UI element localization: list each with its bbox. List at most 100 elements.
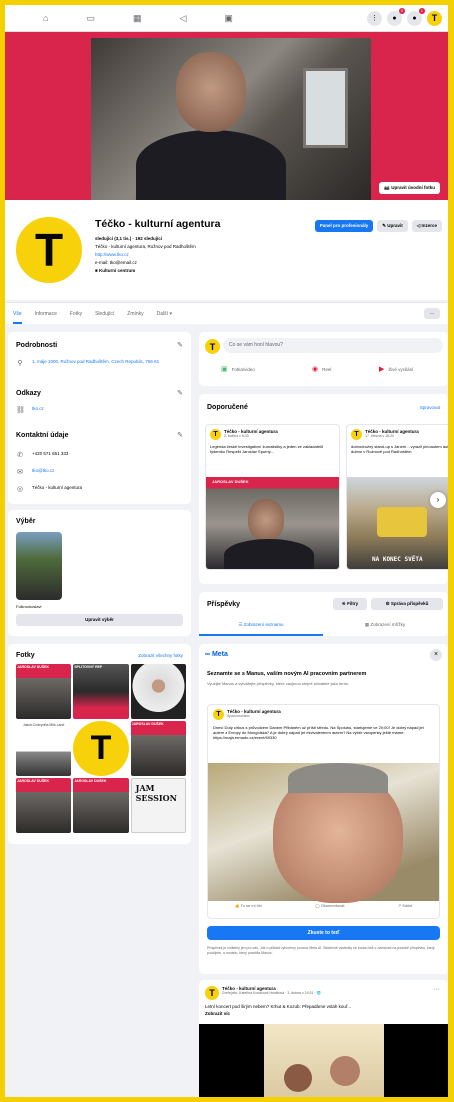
share-button[interactable]: ↗ Sdílet (398, 903, 413, 908)
tab-all[interactable]: Vše (13, 311, 22, 324)
grid-view-label: Zobrazení mřížky (370, 622, 406, 627)
pages-icon[interactable]: ▦ (133, 13, 142, 24)
recommended-post-1[interactable]: T Téčko - kulturní agentura 2. května v 8:… (205, 424, 340, 570)
photo-tile[interactable]: JAM SESSION (130, 778, 186, 833)
photo-tile-logo[interactable]: T (73, 721, 129, 776)
try-now-button[interactable]: Zkuste to teď (207, 926, 440, 940)
photo-tile-text: SPLITOVNÝ REP (74, 665, 103, 669)
grid-view-tab[interactable]: ▦ Zobrazení mřížky (323, 616, 447, 636)
edit-contact-icon[interactable]: ✎ (177, 431, 183, 439)
ads-button[interactable]: ◁ Inzerce (411, 220, 442, 232)
chevron-right-icon[interactable]: › (430, 492, 446, 508)
media-person-1 (284, 1064, 312, 1092)
more-options-button[interactable]: ··· (424, 308, 440, 319)
edit-cover-button[interactable]: 📷 Upravit úvodní fotku (379, 182, 440, 194)
home-icon[interactable]: ⌂ (43, 13, 48, 24)
megaphone-icon[interactable]: ◁ (179, 13, 186, 24)
messenger-icon[interactable]: ● 9 (387, 7, 405, 26)
example-post-video[interactable] (208, 763, 439, 903)
meta-logo: ∞ Meta (205, 651, 228, 658)
tab-photos[interactable]: Fotky (70, 311, 82, 317)
messenger-name[interactable]: Téčko - kulturní agentura (32, 485, 82, 490)
photo-tile[interactable]: JAROSLAV DUŠEK (16, 778, 72, 833)
email-link[interactable]: tko@tko.cz (32, 468, 54, 473)
phone-number[interactable]: +420 571 651 333 (32, 451, 68, 456)
tab-info[interactable]: Informace (35, 311, 57, 317)
tab-followers[interactable]: Sledující (95, 311, 114, 317)
manage-posts-button[interactable]: ⚙ Správa příspěvků (371, 598, 443, 610)
photos-card: Fotky Zobrazit všechny fotky JAROSLAV DU… (8, 644, 191, 844)
composer-avatar: T (205, 339, 220, 354)
example-post-header: T Téčko - kulturní agentura Sponzorováno (213, 709, 281, 720)
top-navigation-bar: ⌂ ▭ ▦ ◁ ▣ ⋮ ● 9 ● 1 T (5, 5, 448, 32)
location-pin-icon: ⚲ (17, 360, 23, 367)
website-short-link[interactable]: tko.cz (32, 406, 44, 411)
messenger-row: ◎ Téčko - kulturní agentura (16, 485, 82, 493)
menu-grid-icon[interactable]: ⋮ (367, 10, 382, 26)
edit-page-button[interactable]: ✎ Upravit (377, 220, 408, 232)
calendar-icon[interactable]: ▣ (224, 13, 233, 24)
featured-card: Výběr Folkrockoslavi Upravit výběr (8, 510, 191, 636)
edit-links-icon[interactable]: ✎ (177, 389, 183, 397)
post-options-icon[interactable]: ··· (433, 986, 440, 993)
photo-tile-text: JAROSLAV DUŠEK (131, 722, 164, 726)
edit-details-icon[interactable]: ✎ (177, 341, 183, 349)
bell-icon[interactable]: ● 1 (407, 7, 425, 26)
list-view-tab[interactable]: ☰ Zobrazení seznamu (199, 616, 323, 636)
photo-tile[interactable]: JAROSLAV DUŠEK (16, 664, 72, 719)
photo-tile[interactable]: JAROSLAV DUŠEK (73, 778, 129, 833)
featured-story-thumb[interactable] (16, 532, 62, 600)
reel-action[interactable]: ◉ Reel (312, 365, 331, 373)
comment-button[interactable]: ◯ Okomentovat (315, 903, 344, 908)
account-avatar[interactable]: T (427, 10, 442, 26)
feed-post-meta: Zveřejnilo: Kateřina Kováčová Hnátková ·… (222, 991, 321, 995)
rec1-banner: JAROSLAV DUŠEK (212, 479, 249, 484)
profile-avatar[interactable]: T (13, 214, 85, 286)
rec1-person (248, 499, 284, 541)
example-post-text: Dnes! Dutý cirkus s průvodcem Danem Přib… (213, 725, 424, 740)
rec2-car (377, 507, 427, 537)
manage-recommended-link[interactable]: Spravovat (420, 405, 440, 410)
professional-dashboard-button[interactable]: Panel pro profesionály (314, 220, 374, 232)
example-post-avatar: T (213, 709, 224, 720)
tab-more[interactable]: Další ▾ (157, 311, 172, 317)
top-nav-icons: ⌂ ▭ ▦ ◁ ▣ (43, 13, 233, 24)
close-icon[interactable]: × (430, 649, 442, 661)
chat-icon[interactable]: ▭ (86, 13, 95, 24)
see-all-photos-link[interactable]: Zobrazit všechny fotky (138, 653, 183, 658)
category-line: ■ Kulturní centrum (95, 268, 136, 273)
photo-icon: ▣ (221, 366, 228, 373)
photo-tile[interactable]: SPLITOVNÝ REP (73, 664, 129, 719)
meta-sub: Využijte Manus a vytvářejte příspěvky, k… (207, 681, 350, 686)
page-title: Téčko - kulturní agentura (95, 218, 221, 230)
cover-photo[interactable] (91, 38, 371, 200)
rec2-text: dobrodružný stand-up s Janem ...vyrazil … (351, 444, 448, 454)
profile-actions: Panel pro profesionály ✎ Upravit ◁ Inzer… (314, 220, 442, 232)
photo-tile[interactable]: JAROSLAV DUŠEK (130, 721, 186, 776)
like-button[interactable]: 👍 To se mi líbí (235, 903, 262, 908)
filters-button[interactable]: ⚟ Filtry (333, 598, 367, 610)
see-more-link[interactable]: Zobrazit víc (205, 1011, 230, 1016)
rec2-avatar: T (351, 429, 362, 440)
feed-post-media[interactable] (199, 1024, 448, 1102)
photo-video-action[interactable]: ▣ Fotka/video (221, 365, 255, 373)
live-action[interactable]: ▶ Živé vysílání (379, 365, 413, 373)
feed-post-avatar[interactable]: T (205, 986, 219, 1000)
photo-tile-text: JAROSLAV DUŠEK (17, 779, 50, 783)
photo-tile[interactable]: Jakub Dobrydňa Milk Land (16, 721, 72, 776)
video-hair (288, 763, 388, 793)
photo-tile[interactable] (130, 664, 186, 719)
address-link[interactable]: 1. máje 1000, Rožnov pod Radhoštěm, Czec… (32, 359, 159, 364)
details-card: Podrobnosti ✎ ⚲ 1. máje 1000, Rožnov pod … (8, 332, 191, 504)
tab-mentions[interactable]: Zmínky (127, 311, 143, 317)
followers-count[interactable]: sledující (3,1 tis.) · 192 sledující (95, 236, 162, 241)
website-link[interactable]: http://www.tko.cz (95, 252, 129, 257)
rec1-image: JAROSLAV DUŠEK (206, 477, 339, 569)
photo-tile-text: JAROSLAV DUŠEK (74, 779, 107, 783)
recommended-title: Doporučené (207, 404, 248, 411)
composer-input[interactable]: Co se vám honí hlavou? (223, 338, 443, 353)
composer-card: T Co se vám honí hlavou? ▣ Fotka/video ◉ R… (199, 332, 448, 386)
list-view-label: Zobrazení seznamu (243, 622, 284, 627)
photo-video-label: Fotka/video (231, 366, 255, 372)
edit-featured-button[interactable]: Upravit výběr (16, 614, 183, 626)
